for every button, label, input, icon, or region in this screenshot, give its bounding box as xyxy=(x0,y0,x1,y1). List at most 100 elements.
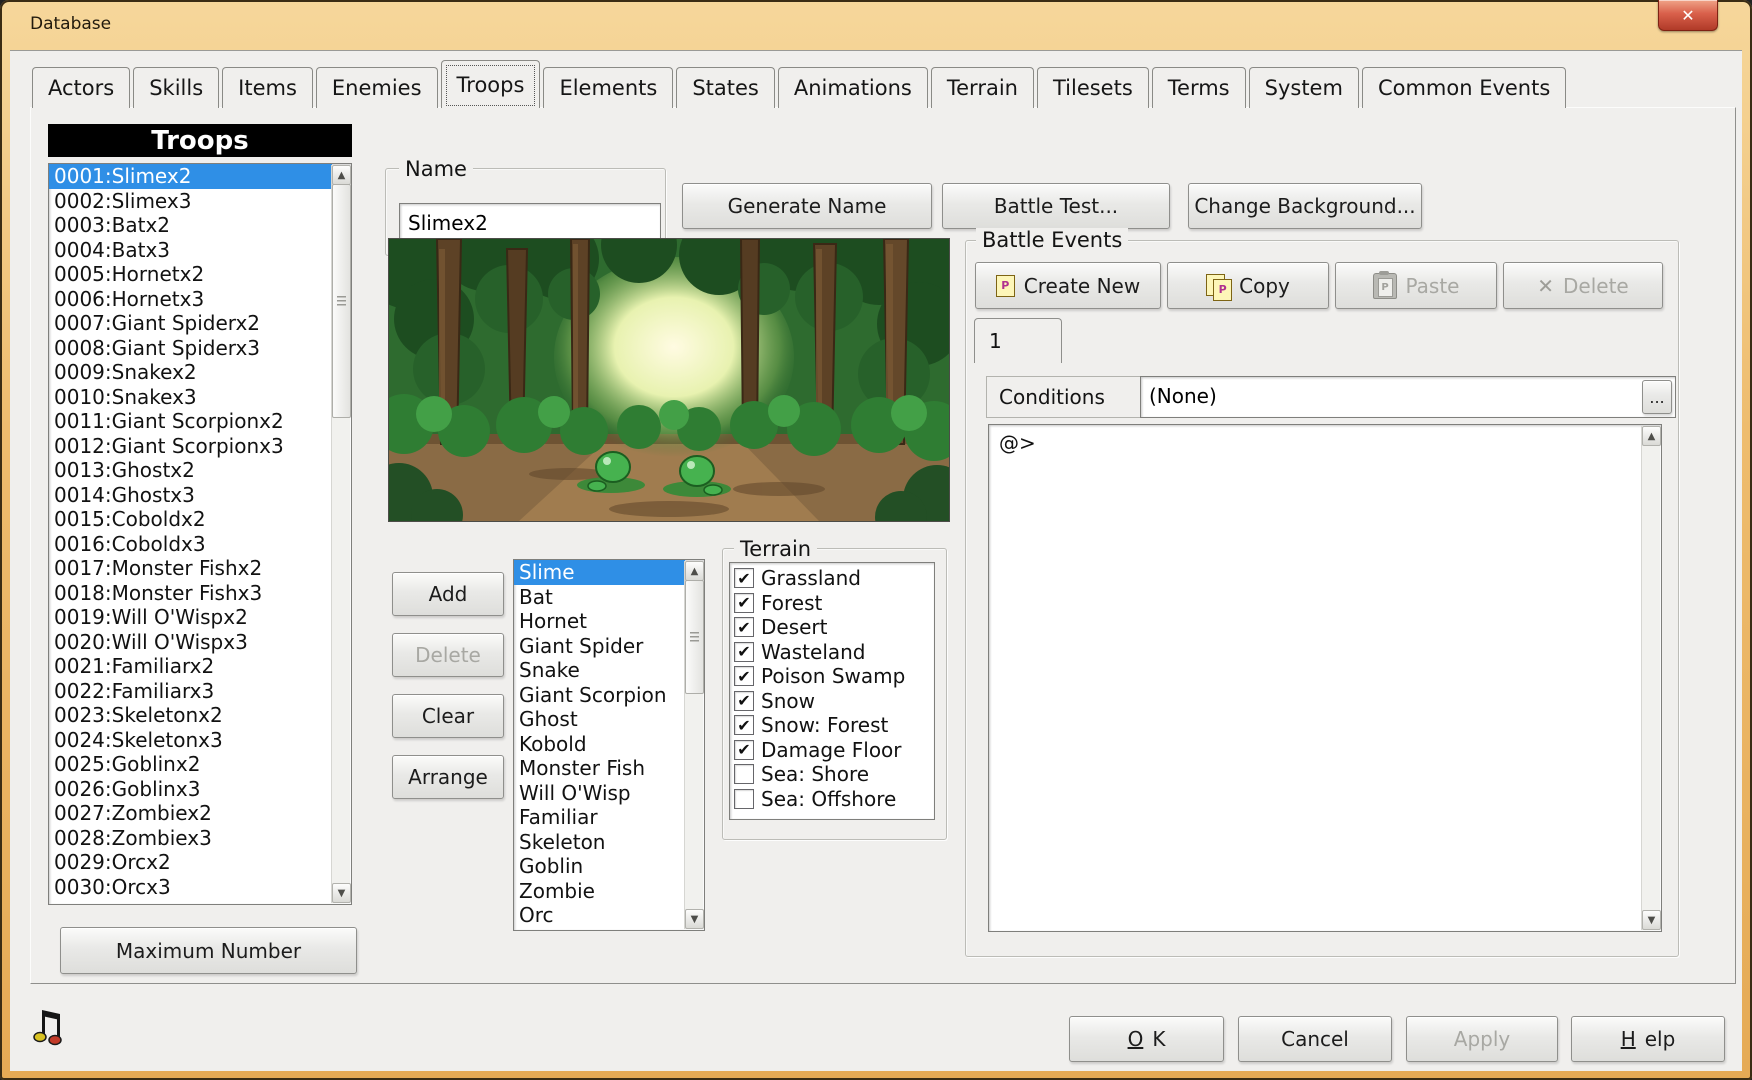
event-command-list[interactable]: @> ▲ ▼ xyxy=(988,424,1662,932)
troop-row[interactable]: 0022:Familiarx3 xyxy=(49,679,332,704)
troop-row[interactable]: 0005:Hornetx2 xyxy=(49,262,332,287)
troop-row[interactable]: 0019:Will O'Wispx2 xyxy=(49,605,332,630)
checkbox-checked-icon[interactable]: ✔ xyxy=(734,715,754,735)
create-new-button[interactable]: P Create New xyxy=(975,262,1161,309)
tab-animations[interactable]: Animations xyxy=(778,67,928,108)
enemy-row[interactable]: Orc xyxy=(514,903,685,928)
terrain-row-sea-offshore[interactable]: Sea: Offshore xyxy=(730,787,934,812)
delete-event-button[interactable]: ✕ Delete xyxy=(1503,262,1663,309)
clear-enemy-button[interactable]: Clear xyxy=(392,694,504,738)
tab-common-events[interactable]: Common Events xyxy=(1362,67,1566,108)
checkbox-unchecked-icon[interactable] xyxy=(734,789,754,809)
enemy-row[interactable]: Giant Spider xyxy=(514,634,685,659)
enemy-row[interactable]: Snake xyxy=(514,658,685,683)
enemy-row[interactable]: Familiar xyxy=(514,805,685,830)
troop-row[interactable]: 0010:Snakex3 xyxy=(49,385,332,410)
troop-row[interactable]: 0029:Orcx2 xyxy=(49,850,332,875)
checkbox-checked-icon[interactable]: ✔ xyxy=(734,642,754,662)
troop-row[interactable]: 0017:Monster Fishx2 xyxy=(49,556,332,581)
troop-row[interactable]: 0007:Giant Spiderx2 xyxy=(49,311,332,336)
enemy-row[interactable]: Hornet xyxy=(514,609,685,634)
troop-row[interactable]: 0002:Slimex3 xyxy=(49,189,332,214)
troop-row[interactable]: 0006:Hornetx3 xyxy=(49,287,332,312)
enemy-row[interactable]: Ghost xyxy=(514,707,685,732)
terrain-row-forest[interactable]: ✔Forest xyxy=(730,591,934,616)
terrain-row-wasteland[interactable]: ✔Wasteland xyxy=(730,640,934,665)
scroll-up-icon[interactable]: ▲ xyxy=(332,165,351,185)
scroll-up-icon[interactable]: ▲ xyxy=(1642,426,1661,446)
terrain-row-damage-floor[interactable]: ✔Damage Floor xyxy=(730,738,934,763)
ok-button[interactable]: OK xyxy=(1069,1016,1224,1062)
troop-row[interactable]: 0004:Batx3 xyxy=(49,238,332,263)
troop-row[interactable]: 0027:Zombiex2 xyxy=(49,801,332,826)
troop-row[interactable]: 0020:Will O'Wispx3 xyxy=(49,630,332,655)
enemy-row[interactable]: Monster Fish xyxy=(514,756,685,781)
troop-row[interactable]: 0015:Coboldx2 xyxy=(49,507,332,532)
tab-terms[interactable]: Terms xyxy=(1152,67,1246,108)
tab-troops[interactable]: Troops xyxy=(441,60,541,108)
troop-row[interactable]: 0014:Ghostx3 xyxy=(49,483,332,508)
enemy-row[interactable]: Will O'Wisp xyxy=(514,781,685,806)
enemy-scrollbar[interactable]: ▲ ▼ xyxy=(684,561,703,929)
conditions-field[interactable]: (None) ... xyxy=(1140,376,1676,418)
tab-system[interactable]: System xyxy=(1249,67,1359,108)
terrain-row-poison-swamp[interactable]: ✔Poison Swamp xyxy=(730,664,934,689)
tab-tilesets[interactable]: Tilesets xyxy=(1037,67,1149,108)
help-button[interactable]: Help xyxy=(1571,1016,1725,1062)
terrain-row-snow-forest[interactable]: ✔Snow: Forest xyxy=(730,713,934,738)
checkbox-checked-icon[interactable]: ✔ xyxy=(734,666,754,686)
scrollbar-thumb[interactable] xyxy=(332,184,351,418)
troop-row[interactable]: 0023:Skeletonx2 xyxy=(49,703,332,728)
arrange-enemy-button[interactable]: Arrange xyxy=(392,755,504,799)
event-page-tab-1[interactable]: 1 xyxy=(974,318,1062,363)
tab-terrain[interactable]: Terrain xyxy=(931,67,1034,108)
troop-row[interactable]: 0016:Coboldx3 xyxy=(49,532,332,557)
delete-enemy-button[interactable]: Delete xyxy=(392,633,504,677)
troop-row[interactable]: 0013:Ghostx2 xyxy=(49,458,332,483)
troop-row[interactable]: 0001:Slimex2 xyxy=(49,164,332,189)
troop-row[interactable]: 0024:Skeletonx3 xyxy=(49,728,332,753)
scrollbar-thumb[interactable] xyxy=(685,580,704,694)
enemy-row[interactable]: Giant Scorpion xyxy=(514,683,685,708)
checkbox-unchecked-icon[interactable] xyxy=(734,764,754,784)
troop-row[interactable]: 0030:Orcx3 xyxy=(49,875,332,900)
battle-test-button[interactable]: Battle Test... xyxy=(942,183,1170,229)
tab-enemies[interactable]: Enemies xyxy=(316,67,438,108)
scroll-down-icon[interactable]: ▼ xyxy=(332,883,351,903)
enemy-row[interactable]: Slime xyxy=(514,560,685,585)
add-enemy-button[interactable]: Add xyxy=(392,572,504,616)
tab-skills[interactable]: Skills xyxy=(133,67,219,108)
checkbox-checked-icon[interactable]: ✔ xyxy=(734,568,754,588)
terrain-row-desert[interactable]: ✔Desert xyxy=(730,615,934,640)
terrain-row-sea-shore[interactable]: Sea: Shore xyxy=(730,762,934,787)
conditions-ellipsis-button[interactable]: ... xyxy=(1642,380,1672,414)
maximum-number-button[interactable]: Maximum Number xyxy=(60,927,357,974)
paste-button[interactable]: P Paste xyxy=(1335,262,1497,309)
generate-name-button[interactable]: Generate Name xyxy=(682,183,932,229)
scroll-down-icon[interactable]: ▼ xyxy=(685,909,704,929)
copy-button[interactable]: P Copy xyxy=(1167,262,1329,309)
tab-states[interactable]: States xyxy=(676,67,775,108)
scroll-up-icon[interactable]: ▲ xyxy=(685,561,704,581)
tab-items[interactable]: Items xyxy=(222,67,313,108)
terrain-row-grassland[interactable]: ✔Grassland xyxy=(730,566,934,591)
enemy-row[interactable]: Bat xyxy=(514,585,685,610)
checkbox-checked-icon[interactable]: ✔ xyxy=(734,593,754,613)
enemy-row[interactable]: Goblin xyxy=(514,854,685,879)
enemy-row[interactable]: Kobold xyxy=(514,732,685,757)
close-button[interactable]: ✕ xyxy=(1658,0,1718,31)
enemy-row[interactable]: Zombie xyxy=(514,879,685,904)
checkbox-checked-icon[interactable]: ✔ xyxy=(734,617,754,637)
troops-scrollbar[interactable]: ▲ ▼ xyxy=(331,165,350,903)
enemy-row[interactable]: Skeleton xyxy=(514,830,685,855)
troop-row[interactable]: 0011:Giant Scorpionx2 xyxy=(49,409,332,434)
troop-row[interactable]: 0025:Goblinx2 xyxy=(49,752,332,777)
troop-row[interactable]: 0026:Goblinx3 xyxy=(49,777,332,802)
change-background-button[interactable]: Change Background... xyxy=(1188,183,1422,229)
troop-row[interactable]: 0012:Giant Scorpionx3 xyxy=(49,434,332,459)
troop-row[interactable]: 0009:Snakex2 xyxy=(49,360,332,385)
troop-row[interactable]: 0021:Familiarx2 xyxy=(49,654,332,679)
cancel-button[interactable]: Cancel xyxy=(1238,1016,1392,1062)
checkbox-checked-icon[interactable]: ✔ xyxy=(734,740,754,760)
scroll-down-icon[interactable]: ▼ xyxy=(1642,910,1661,930)
